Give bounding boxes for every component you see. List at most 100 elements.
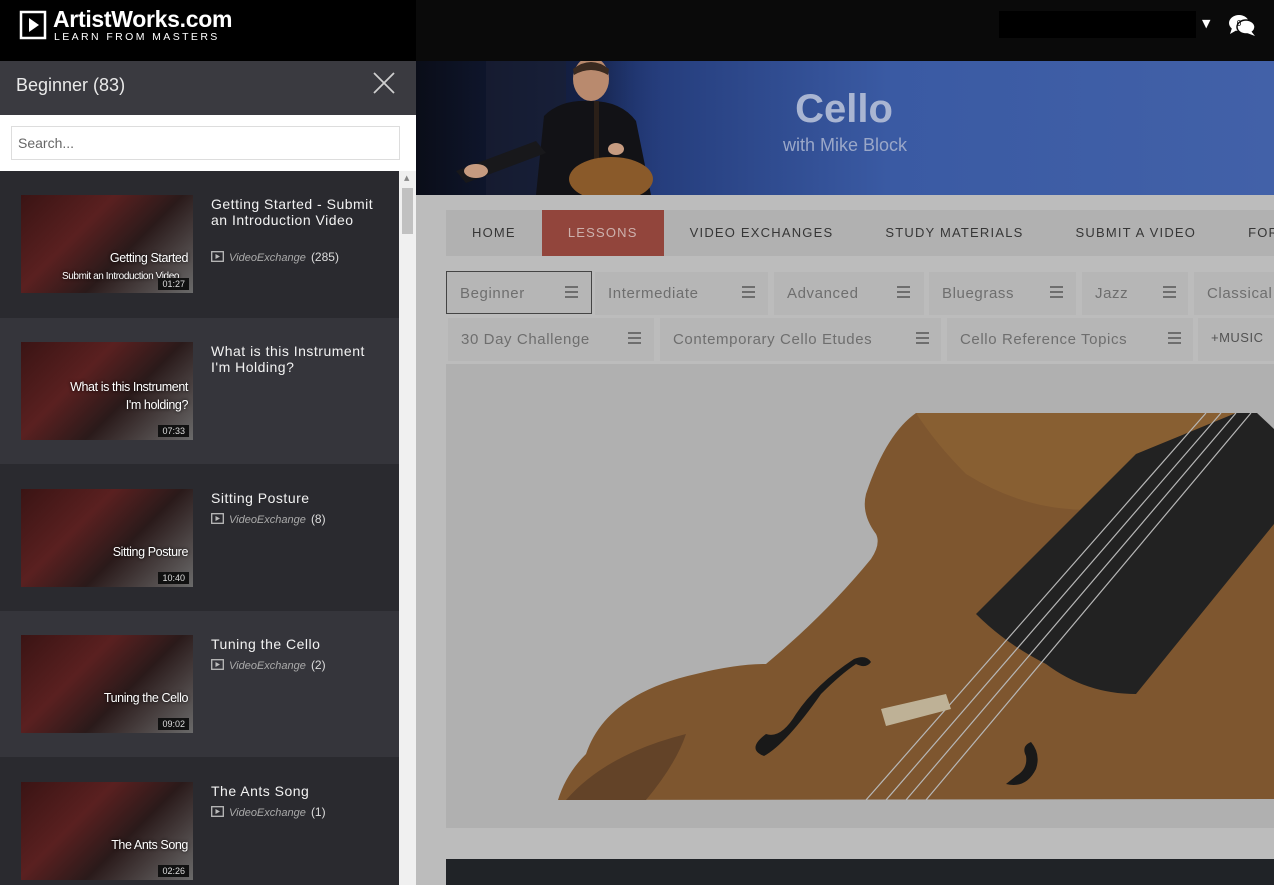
category-label: Contemporary Cello Etudes xyxy=(673,331,873,348)
category-jazz[interactable]: Jazz xyxy=(1082,272,1188,315)
lesson-item[interactable]: Tuning the Cello 09:02 Tuning the Cello … xyxy=(0,611,399,757)
thumbnail-caption: What is this Instrument I'm holding? xyxy=(70,380,188,412)
close-icon[interactable] xyxy=(372,71,396,95)
cello-image xyxy=(558,412,1274,801)
logo[interactable]: ArtistWorks.com LEARN FROM MASTERS xyxy=(0,0,416,61)
top-bar: ArtistWorks.com LEARN FROM MASTERS ▼ 0 xyxy=(0,0,1274,61)
video-exchange-icon xyxy=(211,513,224,524)
video-duration: 09:02 xyxy=(158,718,189,730)
video-exchange-label: VideoExchange xyxy=(229,252,306,264)
main-nav: HOME LESSONS VIDEO EXCHANGES STUDY MATER… xyxy=(446,210,1274,256)
category-30-day-challenge[interactable]: 30 Day Challenge xyxy=(448,318,654,361)
video-exchange-label: VideoExchange xyxy=(229,514,306,526)
category-label: Advanced xyxy=(787,285,859,302)
video-exchange-count: (2) xyxy=(310,658,326,672)
video-exchange-icon xyxy=(211,251,224,262)
lesson-item[interactable]: What is this Instrument I'm holding? 07:… xyxy=(0,318,399,464)
video-exchange-meta[interactable]: VideoExchange (1) xyxy=(211,805,326,819)
lesson-thumbnail[interactable]: The Ants Song 02:26 xyxy=(21,782,193,880)
lesson-item[interactable]: The Ants Song 02:26 The Ants Song VideoE… xyxy=(0,758,399,885)
lesson-item[interactable]: Sitting Posture 10:40 Sitting Posture Vi… xyxy=(0,465,399,611)
video-exchange-meta[interactable]: VideoExchange (2) xyxy=(211,658,326,672)
video-exchange-count: (285) xyxy=(310,250,339,264)
lesson-thumbnail[interactable]: Sitting Posture 10:40 xyxy=(21,489,193,587)
video-duration: 07:33 xyxy=(158,425,189,437)
menu-icon[interactable] xyxy=(916,332,929,345)
nav-lessons[interactable]: LESSONS xyxy=(541,210,664,256)
logo-title: ArtistWorks.com xyxy=(53,6,233,32)
footer-bar xyxy=(446,859,1274,885)
sidebar-search-area xyxy=(0,115,416,171)
lesson-thumbnail[interactable]: Tuning the Cello 09:02 xyxy=(21,635,193,733)
category-label: Bluegrass xyxy=(942,285,1015,302)
video-exchange-label: VideoExchange xyxy=(229,807,306,819)
category-advanced[interactable]: Advanced xyxy=(774,272,924,315)
category-contemporary-etudes[interactable]: Contemporary Cello Etudes xyxy=(660,318,941,361)
sidebar-header: Beginner (83) xyxy=(0,61,416,115)
user-menu[interactable] xyxy=(999,11,1196,38)
lesson-title[interactable]: What is this Instrument I'm Holding? xyxy=(211,343,381,375)
course-instructor: with Mike Block xyxy=(782,135,908,155)
category-label: Classical xyxy=(1207,285,1273,302)
video-exchange-count: (1) xyxy=(310,805,326,819)
category-label: Jazz xyxy=(1095,285,1129,302)
video-exchange-meta[interactable]: VideoExchange (8) xyxy=(211,512,326,526)
video-exchange-icon xyxy=(211,659,224,670)
thumbnail-caption: Getting Started xyxy=(109,251,188,265)
video-exchange-meta[interactable]: VideoExchange (285) xyxy=(211,250,339,264)
category-label: Cello Reference Topics xyxy=(960,331,1128,348)
video-duration: 10:40 xyxy=(158,572,189,584)
search-input[interactable] xyxy=(11,126,400,160)
lessons-sidebar: Beginner (83) Getting Started Submit an … xyxy=(0,61,416,885)
menu-icon[interactable] xyxy=(897,286,910,299)
sidebar-title: Beginner (83) xyxy=(16,75,126,95)
category-intermediate[interactable]: Intermediate xyxy=(595,272,768,315)
logo-tagline: LEARN FROM MASTERS xyxy=(54,31,220,43)
messages-icon[interactable]: 0 xyxy=(1227,12,1257,38)
nav-video-exchanges[interactable]: VIDEO EXCHANGES xyxy=(664,210,860,256)
lesson-title[interactable]: Tuning the Cello xyxy=(211,636,381,652)
menu-icon[interactable] xyxy=(1050,286,1063,299)
course-title: Cello xyxy=(795,87,893,131)
sidebar-scrollbar[interactable]: ▲ xyxy=(399,171,416,885)
category-classical[interactable]: Classical xyxy=(1194,272,1274,315)
thumbnail-caption: Tuning the Cello xyxy=(103,691,189,705)
menu-icon[interactable] xyxy=(1163,286,1176,299)
more-music-button[interactable]: +MUSIC xyxy=(1198,318,1274,361)
category-beginner[interactable]: Beginner xyxy=(446,271,592,314)
video-exchange-count: (8) xyxy=(310,512,326,526)
nav-submit-video[interactable]: SUBMIT A VIDEO xyxy=(1050,210,1223,256)
category-label: Intermediate xyxy=(608,285,699,302)
category-label: Beginner xyxy=(460,285,525,302)
nav-study-materials[interactable]: STUDY MATERIALS xyxy=(859,210,1049,256)
category-label: 30 Day Challenge xyxy=(461,331,590,348)
lesson-thumbnail[interactable]: Getting Started Submit an Introduction V… xyxy=(21,195,193,293)
scroll-up-icon[interactable]: ▲ xyxy=(404,174,409,182)
video-exchange-label: VideoExchange xyxy=(229,660,306,672)
lesson-item[interactable]: Getting Started Submit an Introduction V… xyxy=(0,171,399,317)
lesson-title[interactable]: The Ants Song xyxy=(211,783,381,799)
lesson-hero-image xyxy=(446,364,1274,828)
thumbnail-caption: The Ants Song xyxy=(111,838,188,852)
chevron-down-icon[interactable]: ▼ xyxy=(1202,17,1210,30)
category-reference-topics[interactable]: Cello Reference Topics xyxy=(947,318,1193,361)
lesson-list: Getting Started Submit an Introduction V… xyxy=(0,171,399,885)
menu-icon[interactable] xyxy=(742,286,755,299)
course-banner: Cello with Mike Block xyxy=(416,61,1274,195)
video-exchange-icon xyxy=(211,806,224,817)
lesson-thumbnail[interactable]: What is this Instrument I'm holding? 07:… xyxy=(21,342,193,440)
scrollbar-thumb[interactable] xyxy=(402,188,413,234)
notification-count: 0 xyxy=(1237,19,1242,28)
thumbnail-caption: Sitting Posture xyxy=(112,545,189,559)
lesson-title[interactable]: Getting Started - Submit an Introduction… xyxy=(211,196,381,228)
menu-icon[interactable] xyxy=(1168,332,1181,345)
nav-home[interactable]: HOME xyxy=(446,210,542,256)
menu-icon[interactable] xyxy=(565,286,578,299)
video-duration: 01:27 xyxy=(158,278,189,290)
category-bluegrass[interactable]: Bluegrass xyxy=(929,272,1076,315)
lesson-title[interactable]: Sitting Posture xyxy=(211,490,381,506)
video-duration: 02:26 xyxy=(158,865,189,877)
nav-forum[interactable]: FORUM xyxy=(1222,210,1274,256)
play-logo-icon xyxy=(19,10,47,40)
menu-icon[interactable] xyxy=(628,332,641,345)
